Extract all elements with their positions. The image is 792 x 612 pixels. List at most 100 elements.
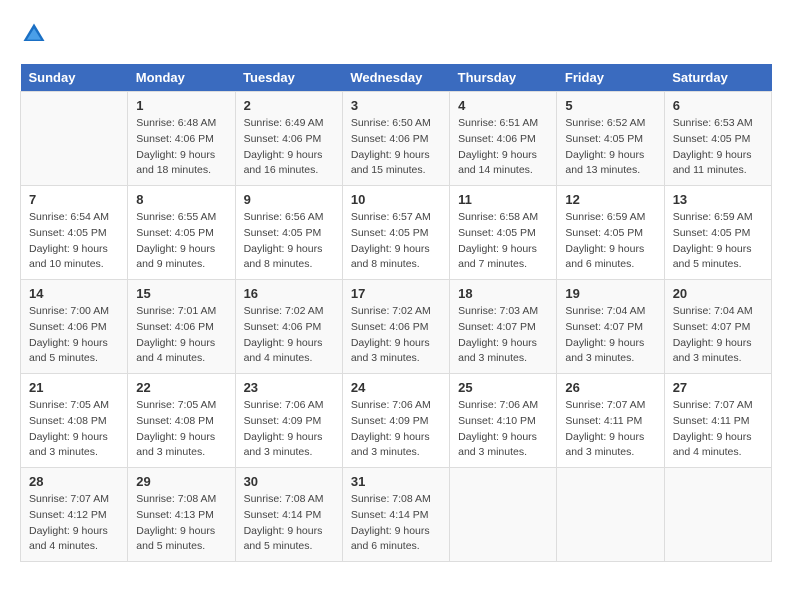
weekday-header-monday: Monday [128,64,235,92]
day-number: 4 [458,98,548,113]
calendar-cell: 17 Sunrise: 7:02 AM Sunset: 4:06 PM Dayli… [342,280,449,374]
day-info: Sunrise: 7:08 AM Sunset: 4:14 PM Dayligh… [244,492,334,555]
day-info: Sunrise: 7:08 AM Sunset: 4:14 PM Dayligh… [351,492,441,555]
day-number: 24 [351,380,441,395]
calendar-cell: 19 Sunrise: 7:04 AM Sunset: 4:07 PM Dayli… [557,280,664,374]
calendar-cell [21,92,128,186]
day-number: 31 [351,474,441,489]
day-info: Sunrise: 7:07 AM Sunset: 4:12 PM Dayligh… [29,492,119,555]
day-number: 28 [29,474,119,489]
calendar-cell: 9 Sunrise: 6:56 AM Sunset: 4:05 PM Daylig… [235,186,342,280]
day-number: 22 [136,380,226,395]
day-number: 2 [244,98,334,113]
calendar-cell: 1Sunrise: 6:48 AM Sunset: 4:06 PM Daylig… [128,92,235,186]
calendar-cell: 27Sunrise: 7:07 AM Sunset: 4:11 PM Dayli… [664,374,771,468]
calendar-cell [664,468,771,562]
calendar-cell: 18 Sunrise: 7:03 AM Sunset: 4:07 PM Dayli… [450,280,557,374]
week-row-5: 28 Sunrise: 7:07 AM Sunset: 4:12 PM Dayli… [21,468,772,562]
day-number: 10 [351,192,441,207]
calendar-cell: 11 Sunrise: 6:58 AM Sunset: 4:05 PM Dayli… [450,186,557,280]
day-number: 12 [565,192,655,207]
day-number: 29 [136,474,226,489]
calendar-cell [557,468,664,562]
day-info: Sunrise: 6:59 AM Sunset: 4:05 PM Dayligh… [673,210,763,273]
calendar-cell: 14Sunrise: 7:00 AM Sunset: 4:06 PM Dayli… [21,280,128,374]
day-info: Sunrise: 6:53 AM Sunset: 4:05 PM Dayligh… [673,116,763,179]
logo-icon [20,20,48,48]
day-info: Sunrise: 7:02 AM Sunset: 4:06 PM Dayligh… [351,304,441,367]
calendar-table: SundayMondayTuesdayWednesdayThursdayFrid… [20,64,772,562]
calendar-cell: 13 Sunrise: 6:59 AM Sunset: 4:05 PM Dayli… [664,186,771,280]
day-info: Sunrise: 6:56 AM Sunset: 4:05 PM Dayligh… [244,210,334,273]
day-info: Sunrise: 7:02 AM Sunset: 4:06 PM Dayligh… [244,304,334,367]
day-info: Sunrise: 7:06 AM Sunset: 4:09 PM Dayligh… [351,398,441,461]
calendar-cell: 31 Sunrise: 7:08 AM Sunset: 4:14 PM Dayli… [342,468,449,562]
day-info: Sunrise: 7:04 AM Sunset: 4:07 PM Dayligh… [673,304,763,367]
day-number: 19 [565,286,655,301]
calendar-cell: 26 Sunrise: 7:07 AM Sunset: 4:11 PM Dayli… [557,374,664,468]
day-number: 20 [673,286,763,301]
day-info: Sunrise: 6:57 AM Sunset: 4:05 PM Dayligh… [351,210,441,273]
calendar-cell: 7Sunrise: 6:54 AM Sunset: 4:05 PM Daylig… [21,186,128,280]
calendar-cell: 28 Sunrise: 7:07 AM Sunset: 4:12 PM Dayli… [21,468,128,562]
logo [20,20,52,48]
calendar-cell: 4 Sunrise: 6:51 AM Sunset: 4:06 PM Daylig… [450,92,557,186]
day-number: 5 [565,98,655,113]
calendar-cell: 10 Sunrise: 6:57 AM Sunset: 4:05 PM Dayli… [342,186,449,280]
day-info: Sunrise: 7:07 AM Sunset: 4:11 PM Dayligh… [673,398,763,461]
calendar-cell: 24 Sunrise: 7:06 AM Sunset: 4:09 PM Dayli… [342,374,449,468]
day-info: Sunrise: 7:05 AM Sunset: 4:08 PM Dayligh… [29,398,119,461]
day-info: Sunrise: 7:01 AM Sunset: 4:06 PM Dayligh… [136,304,226,367]
day-info: Sunrise: 6:52 AM Sunset: 4:05 PM Dayligh… [565,116,655,179]
day-number: 1 [136,98,226,113]
calendar-cell: 25 Sunrise: 7:06 AM Sunset: 4:10 PM Dayli… [450,374,557,468]
calendar-cell [450,468,557,562]
weekday-header-row: SundayMondayTuesdayWednesdayThursdayFrid… [21,64,772,92]
week-row-4: 21Sunrise: 7:05 AM Sunset: 4:08 PM Dayli… [21,374,772,468]
weekday-header-friday: Friday [557,64,664,92]
day-number: 15 [136,286,226,301]
day-info: Sunrise: 6:58 AM Sunset: 4:05 PM Dayligh… [458,210,548,273]
calendar-cell: 16 Sunrise: 7:02 AM Sunset: 4:06 PM Dayli… [235,280,342,374]
day-number: 18 [458,286,548,301]
day-info: Sunrise: 6:50 AM Sunset: 4:06 PM Dayligh… [351,116,441,179]
day-number: 14 [29,286,119,301]
day-info: Sunrise: 6:59 AM Sunset: 4:05 PM Dayligh… [565,210,655,273]
week-row-3: 14Sunrise: 7:00 AM Sunset: 4:06 PM Dayli… [21,280,772,374]
calendar-cell: 22Sunrise: 7:05 AM Sunset: 4:08 PM Dayli… [128,374,235,468]
day-info: Sunrise: 7:06 AM Sunset: 4:09 PM Dayligh… [244,398,334,461]
day-number: 23 [244,380,334,395]
day-number: 11 [458,192,548,207]
calendar-cell: 15 Sunrise: 7:01 AM Sunset: 4:06 PM Dayli… [128,280,235,374]
day-number: 6 [673,98,763,113]
calendar-cell: 3 Sunrise: 6:50 AM Sunset: 4:06 PM Daylig… [342,92,449,186]
calendar-cell: 8Sunrise: 6:55 AM Sunset: 4:05 PM Daylig… [128,186,235,280]
day-info: Sunrise: 7:07 AM Sunset: 4:11 PM Dayligh… [565,398,655,461]
day-info: Sunrise: 6:51 AM Sunset: 4:06 PM Dayligh… [458,116,548,179]
weekday-header-tuesday: Tuesday [235,64,342,92]
day-info: Sunrise: 7:06 AM Sunset: 4:10 PM Dayligh… [458,398,548,461]
day-number: 13 [673,192,763,207]
day-info: Sunrise: 6:49 AM Sunset: 4:06 PM Dayligh… [244,116,334,179]
weekday-header-saturday: Saturday [664,64,771,92]
calendar-cell: 12 Sunrise: 6:59 AM Sunset: 4:05 PM Dayli… [557,186,664,280]
day-info: Sunrise: 7:04 AM Sunset: 4:07 PM Dayligh… [565,304,655,367]
day-number: 3 [351,98,441,113]
calendar-cell: 5 Sunrise: 6:52 AM Sunset: 4:05 PM Daylig… [557,92,664,186]
day-number: 17 [351,286,441,301]
day-number: 25 [458,380,548,395]
calendar-cell: 29Sunrise: 7:08 AM Sunset: 4:13 PM Dayli… [128,468,235,562]
weekday-header-sunday: Sunday [21,64,128,92]
day-info: Sunrise: 7:03 AM Sunset: 4:07 PM Dayligh… [458,304,548,367]
calendar-cell: 2 Sunrise: 6:49 AM Sunset: 4:06 PM Daylig… [235,92,342,186]
day-number: 26 [565,380,655,395]
calendar-cell: 30Sunrise: 7:08 AM Sunset: 4:14 PM Dayli… [235,468,342,562]
calendar-cell: 21Sunrise: 7:05 AM Sunset: 4:08 PM Dayli… [21,374,128,468]
day-number: 7 [29,192,119,207]
weekday-header-wednesday: Wednesday [342,64,449,92]
calendar-cell: 6 Sunrise: 6:53 AM Sunset: 4:05 PM Daylig… [664,92,771,186]
day-number: 16 [244,286,334,301]
calendar-cell: 20 Sunrise: 7:04 AM Sunset: 4:07 PM Dayli… [664,280,771,374]
day-number: 9 [244,192,334,207]
day-info: Sunrise: 6:55 AM Sunset: 4:05 PM Dayligh… [136,210,226,273]
